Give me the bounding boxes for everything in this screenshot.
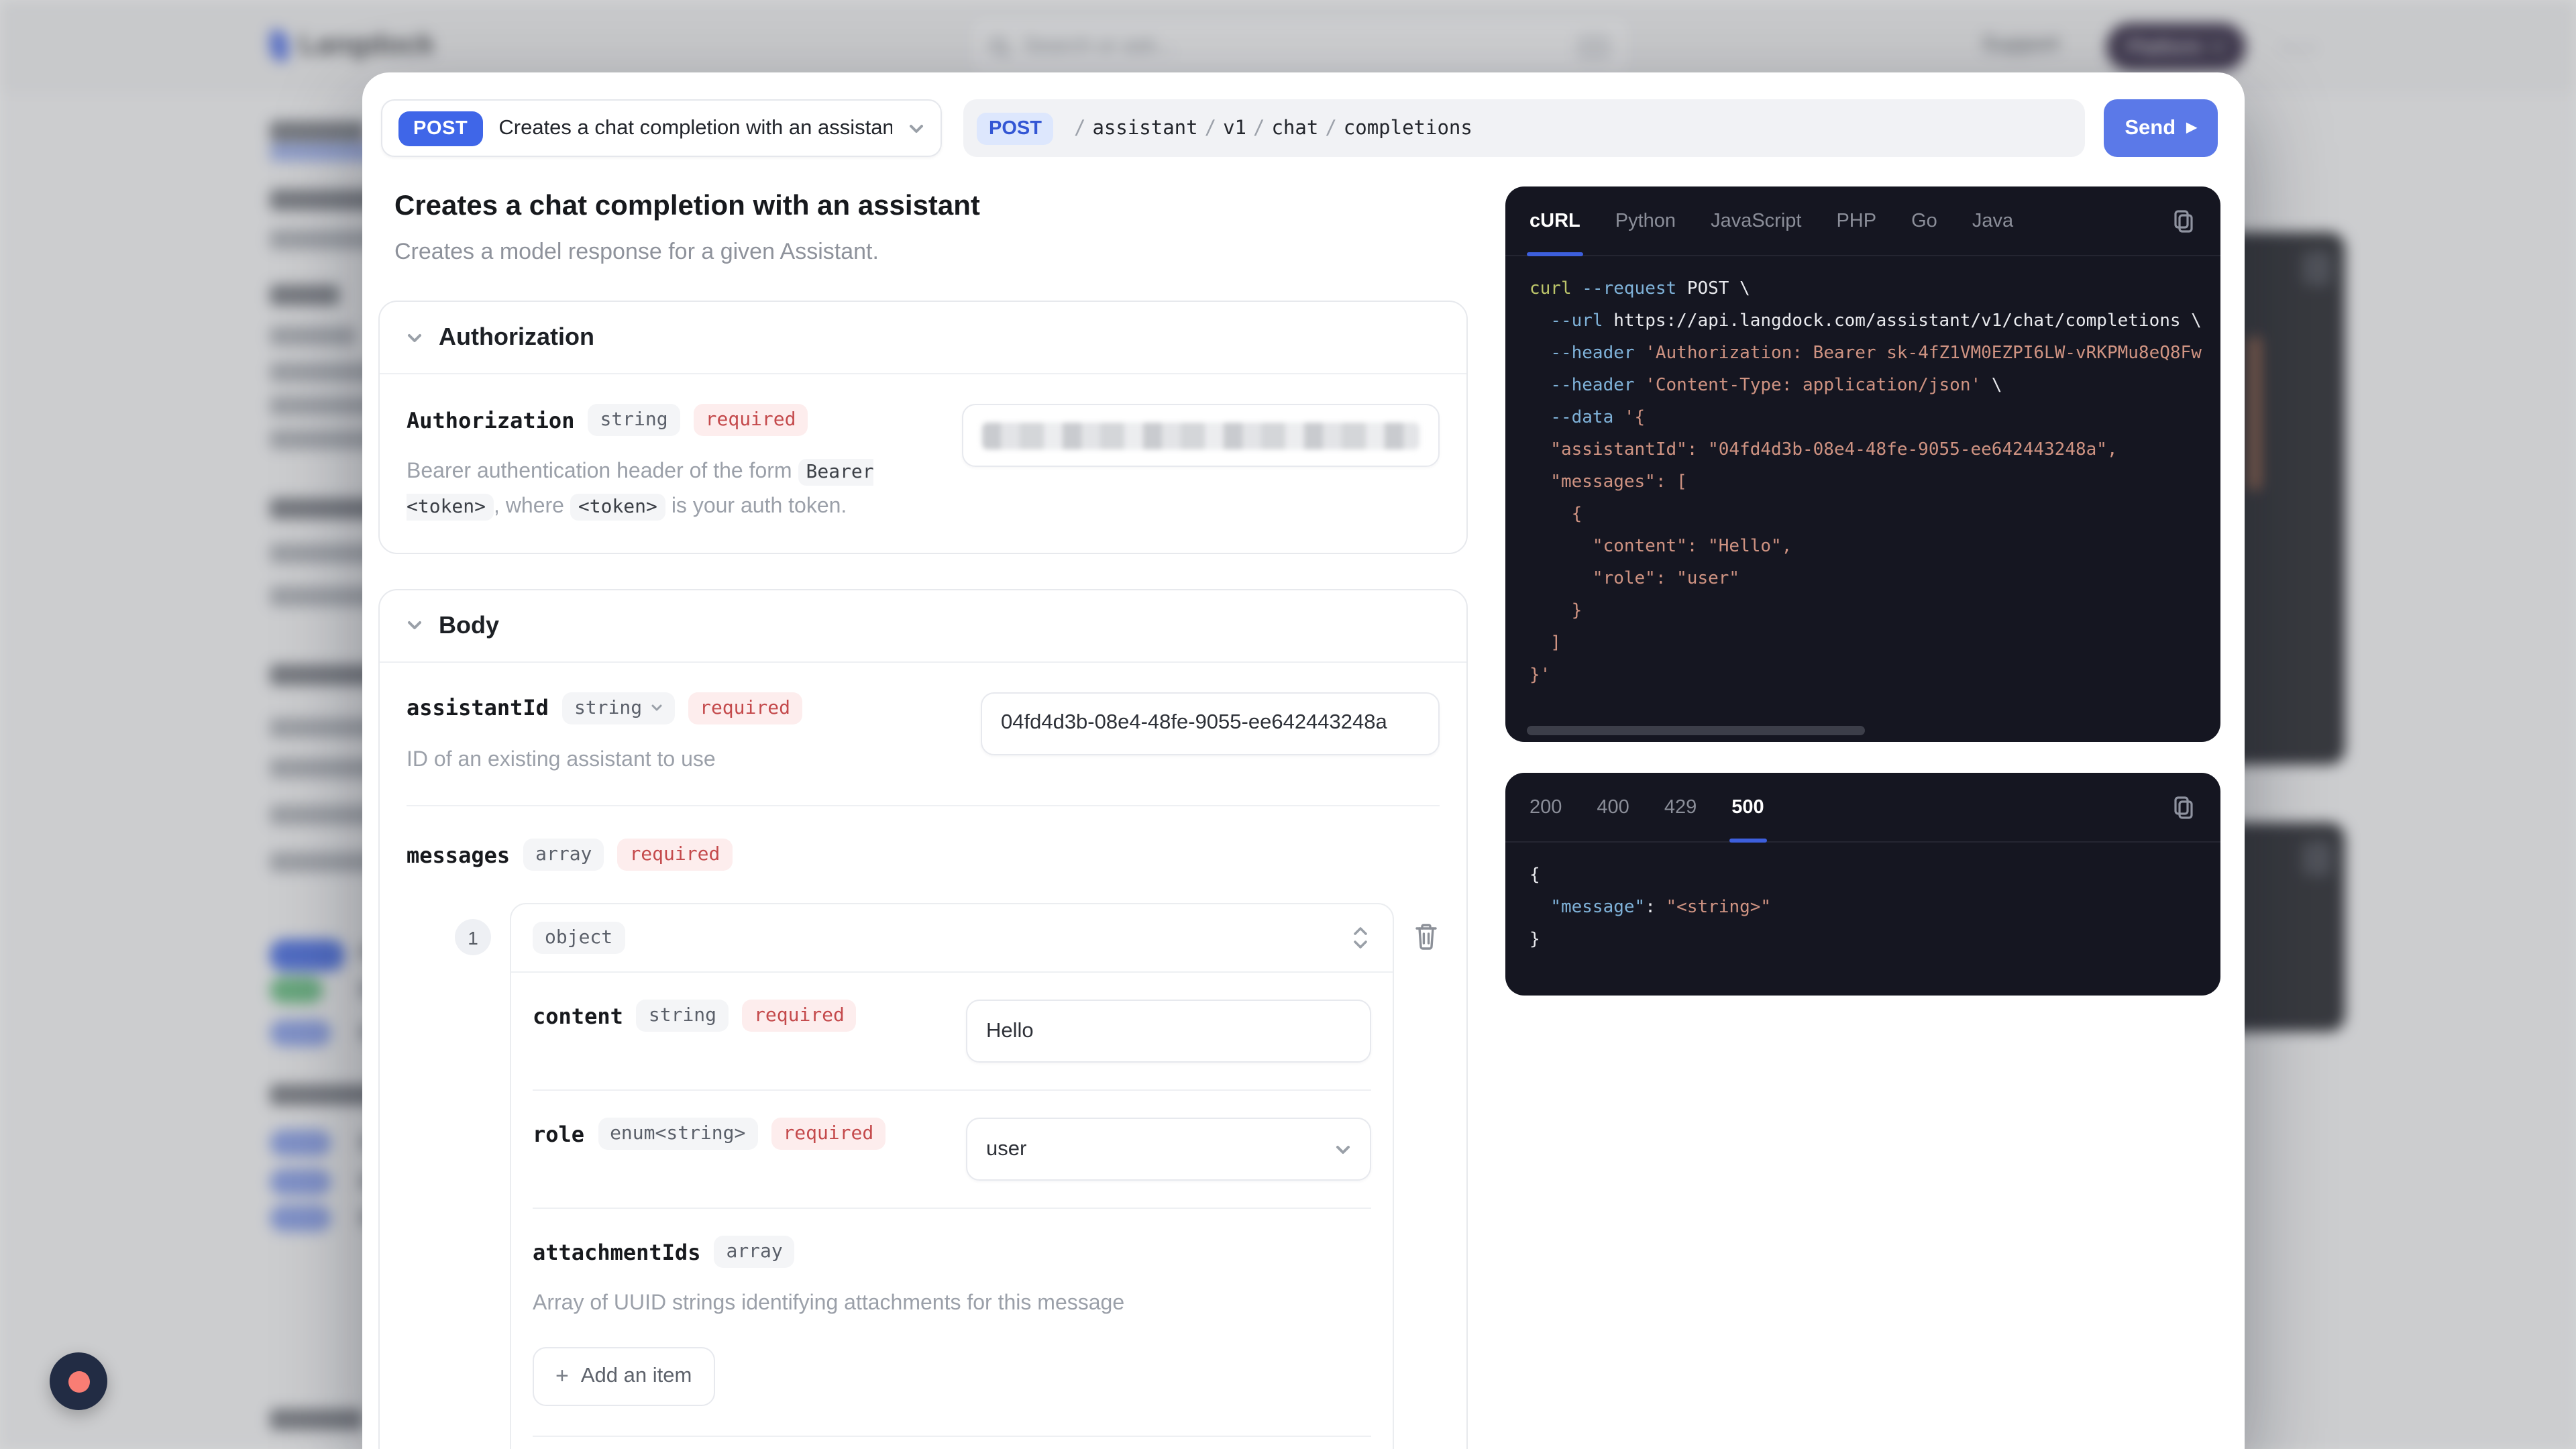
send-button[interactable]: Send ▶ — [2104, 99, 2218, 157]
inline-code: <token> — [570, 494, 665, 521]
required-badge: required — [694, 404, 808, 436]
message-object-card: object content string required Hello — [510, 903, 1394, 1449]
type-badge: enum<string> — [598, 1118, 757, 1150]
request-form-column: Creates a chat completion with an assist… — [378, 191, 1468, 1449]
page-description: Creates a model response for a given Ass… — [394, 239, 1468, 266]
response-code-block[interactable]: { "message": "<string>"} — [1505, 843, 2220, 957]
chevron-down-icon — [1335, 1141, 1351, 1157]
assistant-id-field-row: assistantId string required ID of an exi… — [380, 663, 1466, 806]
chevron-down-icon — [650, 702, 662, 714]
request-url-bar[interactable]: POST /assistant/v1/chat/completions — [963, 99, 2085, 157]
method-chip: POST — [977, 112, 1054, 144]
chat-launcher-icon — [68, 1371, 89, 1392]
object-type-badge: object — [533, 922, 625, 954]
object-card-header: object — [511, 904, 1393, 973]
tab-php[interactable]: PHP — [1836, 186, 1876, 256]
horizontal-scrollbar[interactable] — [1527, 726, 1865, 735]
description-text: Bearer authentication header of the form — [407, 460, 792, 483]
attachment-ids-block: attachmentIds array Array of UUID string… — [511, 1209, 1393, 1435]
tab-python[interactable]: Python — [1615, 186, 1676, 256]
add-item-label: Add an item — [581, 1364, 692, 1388]
method-badge: POST — [398, 111, 482, 146]
play-icon: ▶ — [2186, 121, 2196, 136]
section-title: Body — [439, 612, 499, 640]
trash-icon — [1413, 922, 1440, 951]
endpoint-selector-label: Creates a chat completion with an assist… — [498, 116, 892, 140]
copy-response-button[interactable] — [2172, 794, 2196, 820]
type-label: string — [574, 698, 642, 719]
role-select[interactable]: user — [966, 1118, 1371, 1181]
authorization-token-input[interactable] — [962, 404, 1440, 467]
chevron-down-icon — [407, 618, 423, 634]
delete-item-button[interactable] — [1413, 922, 1440, 958]
content-input[interactable]: Hello — [966, 1000, 1371, 1063]
required-badge: required — [771, 1118, 885, 1150]
type-dropdown-badge[interactable]: string — [562, 692, 674, 724]
role-value: user — [986, 1137, 1026, 1161]
assistant-id-value: 04fd4d3b-08e4-48fe-9055-ee642443248a — [1001, 712, 1387, 736]
field-description: ID of an existing assistant to use — [407, 743, 802, 779]
assistant-id-input[interactable]: 04fd4d3b-08e4-48fe-9055-ee642443248a — [981, 692, 1440, 755]
api-playground-modal: POST Creates a chat completion with an a… — [362, 72, 2245, 1449]
tab-500[interactable]: 500 — [1731, 773, 1764, 842]
role-field-row: role enum<string> required user — [511, 1091, 1393, 1208]
type-badge: string — [588, 404, 680, 436]
request-code-panel: cURL Python JavaScript PHP Go Java curl --req… — [1505, 186, 2220, 742]
code-language-tabs: cURL Python JavaScript PHP Go Java — [1505, 186, 2220, 256]
message-item-row: 1 object content string required — [380, 876, 1466, 1449]
field-name: Authorization — [407, 407, 574, 433]
page-title: Creates a chat completion with an assist… — [394, 191, 1468, 223]
endpoint-selector-dropdown[interactable]: POST Creates a chat completion with an a… — [381, 99, 942, 157]
response-status-tabs: 200 400 429 500 — [1505, 773, 2220, 843]
messages-label-row: messages array required — [380, 806, 1466, 876]
required-badge: required — [617, 839, 732, 871]
add-property-block: + Add new property — [511, 1436, 1393, 1449]
chat-launcher-button[interactable] — [50, 1352, 107, 1410]
authorization-section: Authorization Authorization string requi… — [378, 301, 1468, 554]
type-badge: array — [523, 839, 604, 871]
type-badge: string — [637, 1000, 729, 1032]
field-name: attachmentIds — [533, 1239, 700, 1265]
required-badge: required — [688, 692, 802, 724]
add-item-button[interactable]: + Add an item — [533, 1346, 714, 1405]
copy-icon — [2172, 207, 2196, 234]
required-badge: required — [742, 1000, 857, 1032]
description-text: , where — [494, 496, 564, 519]
tab-429[interactable]: 429 — [1664, 773, 1697, 842]
field-description: Array of UUID strings identifying attach… — [533, 1287, 1371, 1322]
content-field-row: content string required Hello — [511, 973, 1393, 1089]
tab-go[interactable]: Go — [1911, 186, 1937, 256]
section-title: Authorization — [439, 323, 594, 352]
chevron-down-icon — [908, 120, 924, 136]
authorization-section-header[interactable]: Authorization — [380, 302, 1466, 374]
type-badge: array — [714, 1236, 794, 1268]
send-button-label: Send — [2125, 116, 2176, 140]
request-path: /assistant/v1/chat/completions — [1067, 117, 1472, 139]
field-name: role — [533, 1121, 584, 1146]
tab-javascript[interactable]: JavaScript — [1711, 186, 1801, 256]
field-name: assistantId — [407, 696, 549, 721]
content-value: Hello — [986, 1019, 1034, 1043]
body-section: Body assistantId string required ID of a… — [378, 589, 1468, 1449]
redacted-token-value — [982, 422, 1419, 449]
chevron-down-icon — [407, 329, 423, 345]
description-text: is your auth token. — [672, 496, 847, 519]
sort-updown-icon[interactable] — [1350, 924, 1371, 951]
tab-java[interactable]: Java — [1972, 186, 2013, 256]
plus-icon: + — [555, 1362, 569, 1389]
tab-200[interactable]: 200 — [1529, 773, 1562, 842]
item-index-badge: 1 — [455, 919, 491, 955]
screen: Langdock Search or ask... Support Platfo… — [0, 0, 2576, 1449]
field-name: content — [533, 1003, 623, 1028]
request-code-block[interactable]: curl --request POST \ --url https://api.… — [1505, 256, 2220, 692]
tab-curl[interactable]: cURL — [1529, 186, 1580, 256]
tab-400[interactable]: 400 — [1597, 773, 1629, 842]
body-section-header[interactable]: Body — [380, 590, 1466, 663]
copy-code-button[interactable] — [2172, 207, 2196, 234]
response-panel: 200 400 429 500 { "message": "<string>"} — [1505, 773, 2220, 996]
field-name: messages — [407, 842, 510, 867]
authorization-field-row: Authorization string required Bearer aut… — [380, 374, 1466, 553]
copy-icon — [2172, 794, 2196, 820]
field-description: Bearer authentication header of the form… — [407, 455, 962, 526]
